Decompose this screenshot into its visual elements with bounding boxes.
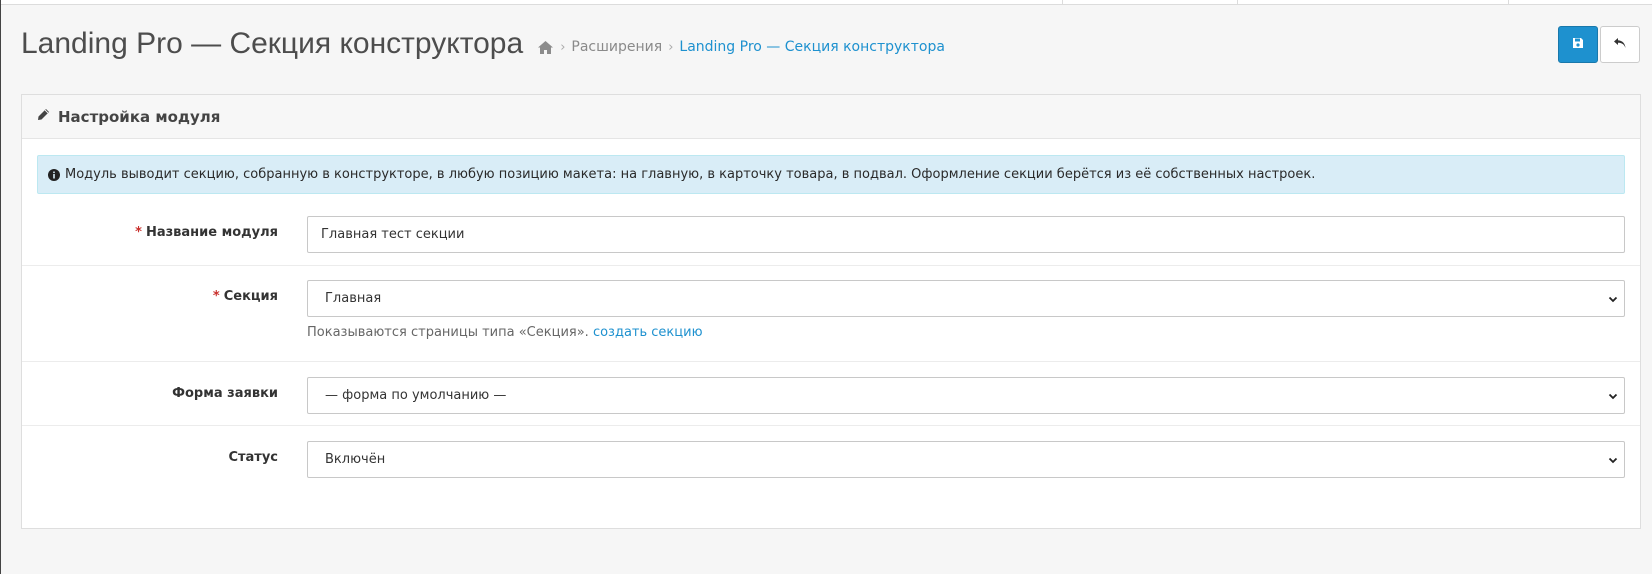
chevron-down-icon [1608, 293, 1618, 303]
request-form-select-value: — форма по умолчанию — [325, 388, 507, 403]
chevron-down-icon [1608, 454, 1618, 464]
breadcrumb-extensions[interactable]: Расширения [571, 39, 662, 55]
request-form-label: Форма заявки [172, 386, 278, 401]
request-form-select[interactable]: — форма по умолчанию — [307, 377, 1625, 414]
home-icon[interactable] [537, 40, 554, 55]
info-alert-text: Модуль выводит секцию, собранную в конст… [65, 167, 1316, 182]
module-name-label: * Название модуля [22, 225, 278, 240]
module-name-input[interactable]: Главная тест секции [307, 216, 1625, 253]
module-settings-panel: Настройка модуля Модуль выводит секцию, … [21, 94, 1641, 529]
top-navbar [0, 0, 1652, 5]
save-button[interactable] [1558, 26, 1598, 63]
form-row-status: Статус Включён [22, 426, 1640, 496]
left-sidebar-edge [0, 0, 1, 574]
info-alert: Модуль выводит секцию, собранную в конст… [37, 155, 1625, 194]
module-name-label-text: Название модуля [145, 225, 278, 240]
pencil-icon [37, 108, 50, 125]
status-select-value: Включён [325, 452, 386, 467]
page-header: Landing Pro — Секция конструктора › Расш… [21, 24, 945, 64]
reply-icon [1613, 37, 1627, 53]
status-label: Статус [228, 450, 278, 465]
navbar-divider [1237, 0, 1238, 5]
form-row-module-name: * Название модуля Главная тест секции [22, 201, 1640, 266]
info-circle-icon [48, 168, 60, 181]
breadcrumb: › Расширения › Landing Pro — Секция конс… [537, 33, 945, 55]
section-label-text: Секция [223, 289, 278, 304]
form-row-section: * Секция Главная Показываются страницы ти… [22, 266, 1640, 362]
page-title: Landing Pro — Секция конструктора [21, 27, 524, 60]
status-select[interactable]: Включён [307, 441, 1625, 478]
navbar-divider [1062, 0, 1063, 5]
form-row-request-form: Форма заявки — форма по умолчанию — [22, 362, 1640, 426]
navbar-divider [1508, 0, 1509, 5]
section-select[interactable]: Главная [307, 280, 1625, 317]
panel-title: Настройка модуля [58, 107, 221, 126]
breadcrumb-current[interactable]: Landing Pro — Секция конструктора [679, 39, 945, 55]
back-button[interactable] [1600, 26, 1640, 63]
breadcrumb-separator: › [560, 39, 566, 55]
breadcrumb-separator: › [668, 39, 674, 55]
create-section-link[interactable]: создать секцию [593, 325, 703, 340]
section-help: Показываются страницы типа «Секция». соз… [307, 325, 703, 340]
panel-heading: Настройка модуля [22, 95, 1640, 139]
section-label: * Секция [22, 289, 278, 304]
chevron-down-icon [1608, 390, 1618, 400]
required-mark: * [212, 289, 220, 304]
section-help-text: Показываются страницы типа «Секция». [307, 325, 589, 340]
required-mark: * [135, 225, 142, 240]
section-select-value: Главная [325, 291, 382, 306]
save-icon [1572, 37, 1584, 53]
